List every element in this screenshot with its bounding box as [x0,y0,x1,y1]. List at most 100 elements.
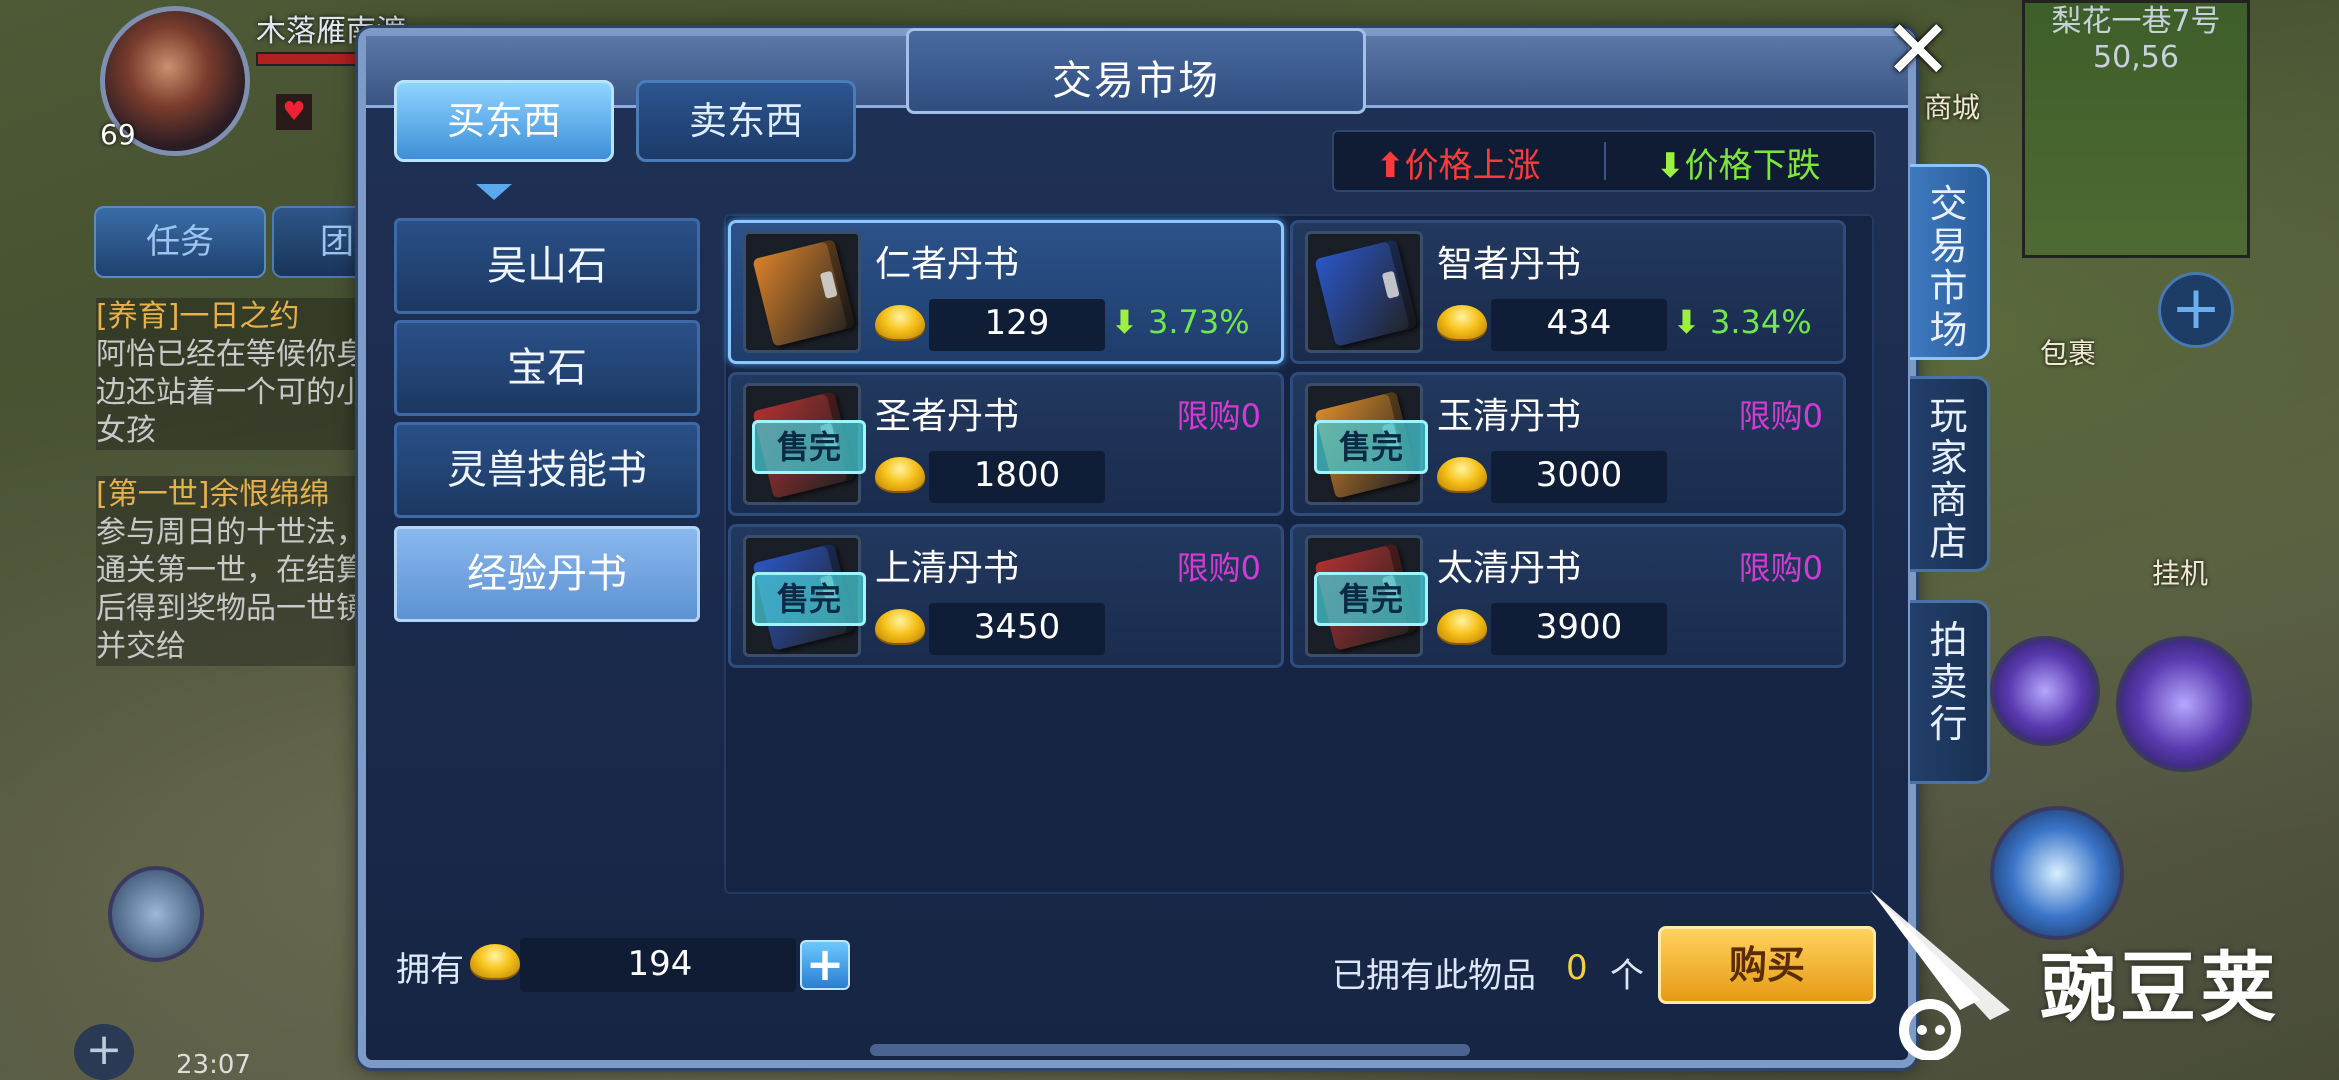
gold-ingot-icon [1437,609,1487,643]
bag-label[interactable]: 包裹 [2040,332,2096,372]
clock-text: 23:07 [176,1050,251,1080]
price-change-value: 3.73% [1147,303,1250,341]
item-card[interactable]: 售完 玉清丹书 限购0 3000 [1290,372,1846,516]
skill-orb-icon[interactable] [1990,636,2100,746]
gold-ingot-icon [875,609,925,643]
arrow-up-icon: ⬆ [1376,146,1405,186]
quest-desc: 参与周日的十世法，通关第一世，在结算后得到奖物品一世镜并交给 [96,515,366,664]
side-tab-label: 玩家商店 [1929,394,1968,564]
skill-bird-icon[interactable] [108,866,204,962]
quest-desc: 阿怡已经在等候你身边还站着一个可的小女孩 [96,337,366,448]
owned-item-unit: 个 [1610,956,1644,996]
gold-ingot-icon [875,457,925,491]
sold-out-badge: 售完 [1314,572,1428,626]
arrow-down-icon: ⬇ [1656,146,1685,186]
owned-item-label: 已拥有此物品 [1332,956,1536,996]
location-coords: 50,56 [2093,40,2179,75]
item-card[interactable]: 售完 太清丹书 限购0 3900 [1290,524,1846,668]
item-name: 太清丹书 [1437,548,1582,589]
purchase-limit: 限购0 [1176,397,1261,435]
category-wushan-stone[interactable]: 吴山石 [394,218,700,314]
book-clasp [1381,270,1400,299]
legend-up-label: 价格上涨 [1404,146,1541,186]
side-tab-label: 拍卖行 [1929,618,1968,746]
item-card[interactable]: 售完 圣者丹书 限购0 1800 [728,372,1284,516]
item-price: 129 [984,303,1050,343]
item-icon-frame: 售完 [1305,535,1428,657]
price-change: ⬇ 3.73% [1111,303,1250,341]
item-card[interactable]: 智者丹书 434 ⬇ 3.34% [1290,220,1846,364]
quest-title: [养育]一日之约 [96,299,300,334]
sold-out-badge: 售完 [1314,420,1428,474]
location-name: 梨花一巷7号 [2051,4,2221,39]
book-clasp [819,270,838,299]
item-icon-frame: 售完 [1305,383,1428,505]
dialog-title: 交易市场 [1052,58,1220,104]
sold-out-badge: 售完 [752,420,866,474]
purchase-limit: 限购0 [1738,397,1823,435]
skill-vortex-icon[interactable] [2116,636,2252,772]
gold-ingot-icon [470,944,520,978]
item-price: 434 [1546,303,1612,343]
buy-button[interactable]: 购买 [1658,926,1876,1004]
tab-buy[interactable]: 买东西 [394,80,614,162]
watermark-text: 豌豆荚 [2040,943,2280,1032]
expand-plus-icon[interactable]: + [2158,272,2234,348]
purchase-limit: 限购0 [1176,549,1261,587]
category-gem[interactable]: 宝石 [394,320,700,416]
quest-title: [第一世]余恨绵绵 [96,477,330,512]
gold-ingot-icon [1437,305,1487,339]
item-price: 3450 [973,607,1061,647]
item-name: 仁者丹书 [875,244,1020,285]
sold-out-badge: 售完 [752,572,866,626]
side-tab-player-shop[interactable]: 玩家商店 [1910,376,1990,572]
legend-down: ⬇价格下跌 [1656,138,1821,187]
player-level: 69 [100,118,136,151]
legend-down-label: 价格下跌 [1684,146,1821,186]
gold-ingot-icon [1437,457,1487,491]
price-change-value: 3.34% [1709,303,1812,341]
item-price: 3000 [1535,455,1623,495]
tab-sell[interactable]: 卖东西 [636,80,856,162]
gold-ingot-icon [875,305,925,339]
minimap-location: 梨花一巷7号 50,56 [2030,4,2242,76]
side-tab-label: 交易市场 [1929,182,1968,352]
item-price: 1800 [973,455,1061,495]
auto-battle-label[interactable]: 挂机 [2152,552,2208,592]
item-icon-frame [743,231,861,353]
tab-pointer [476,184,512,200]
item-icon-frame [1305,231,1423,353]
arrow-down-icon: ⬇ [1673,303,1700,341]
category-pet-skill-book[interactable]: 灵兽技能书 [394,422,700,518]
arrow-down-icon: ⬇ [1111,303,1138,341]
scroll-indicator [870,1044,1470,1056]
close-icon[interactable]: ✕ [1880,10,1956,92]
item-name: 智者丹书 [1437,244,1582,285]
item-icon-frame: 售完 [743,383,866,505]
add-gold-button[interactable]: + [800,940,850,990]
owned-gold-label: 拥有 [396,950,464,990]
item-name: 上清丹书 [875,548,1020,589]
watermark-logo-icon [1870,890,2010,1060]
quest-item[interactable]: [养育]一日之约 阿怡已经在等候你身边还站着一个可的小女孩 [96,298,366,450]
legend-divider [1604,142,1606,180]
side-tab-auction[interactable]: 拍卖行 [1910,600,1990,784]
heart-icon[interactable]: ♥ [276,94,312,130]
book-icon [752,239,856,347]
side-tab-trade-market[interactable]: 交易市场 [1910,164,1990,360]
tab-task[interactable]: 任务 [94,206,266,278]
item-card[interactable]: 售完 上清丹书 限购0 3450 [728,524,1284,668]
purchase-limit: 限购0 [1738,549,1823,587]
book-icon [1314,239,1418,347]
category-exp-book[interactable]: 经验丹书 [394,526,700,622]
tab-team[interactable]: 团 [272,206,372,278]
owned-item-count: 0 [1566,948,1588,988]
item-name: 圣者丹书 [875,396,1020,437]
item-card[interactable]: 仁者丹书 129 ⬇ 3.73% [728,220,1284,364]
item-icon-frame: 售完 [743,535,866,657]
chat-plus-icon[interactable]: + [74,1024,134,1080]
legend-up: ⬆价格上涨 [1376,138,1541,187]
price-change: ⬇ 3.34% [1673,303,1812,341]
item-price: 3900 [1535,607,1623,647]
quest-item[interactable]: [第一世]余恨绵绵 参与周日的十世法，通关第一世，在结算后得到奖物品一世镜并交给 [96,476,366,666]
